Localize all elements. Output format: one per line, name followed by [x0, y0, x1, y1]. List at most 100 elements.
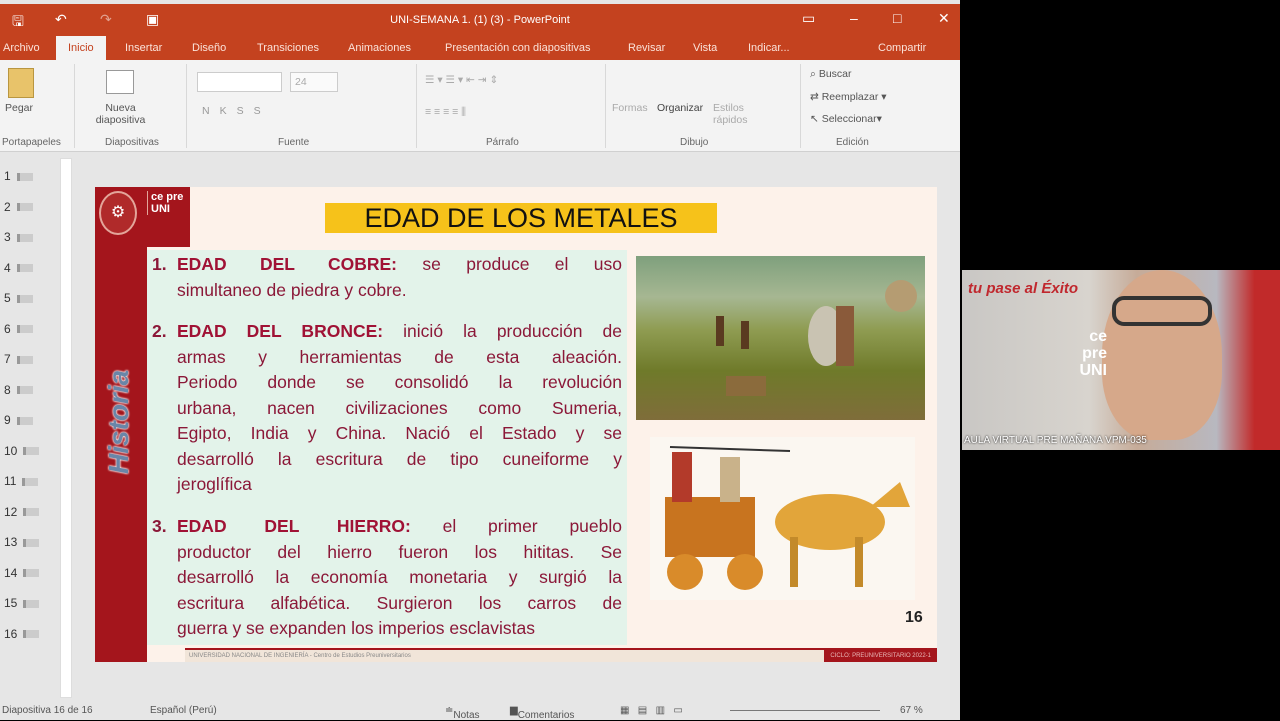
thumbnail-number: 7 [4, 352, 11, 366]
page-number: 16 [905, 609, 923, 626]
content-textbox[interactable]: 1. EDAD DEL COBRE: se produce el uso simul… [147, 250, 627, 645]
thumbnail-preview [16, 203, 33, 212]
slide-thumbnail[interactable]: 14 [4, 566, 40, 580]
shapes-button[interactable]: Formas [612, 102, 648, 114]
new-slide-button[interactable]: Nueva diapositiva [88, 102, 153, 126]
tab-inicio[interactable]: Inicio [56, 36, 106, 60]
tab-presentacion[interactable]: Presentación con diapositivas [445, 42, 591, 54]
ribbon-options-icon[interactable]: ▭ [802, 10, 815, 27]
tab-insertar[interactable]: Insertar [125, 42, 162, 54]
thumbnail-number: 8 [4, 382, 11, 397]
language-indicator[interactable]: Español (Perú) [150, 705, 217, 716]
group-label: Fuente [278, 137, 310, 148]
slide-thumbnail[interactable]: 4 [4, 261, 33, 275]
quick-styles-button[interactable]: Estilos rápidos [713, 102, 755, 126]
share-button[interactable]: Compartir [878, 42, 926, 54]
thumbnail-preview [16, 325, 33, 334]
slide-thumbnail[interactable]: 8 [4, 383, 33, 397]
notes-button[interactable]: ≐ Notas [445, 705, 480, 721]
slide-thumbnail[interactable]: 7 [4, 352, 33, 366]
close-icon[interactable]: ✕ [938, 10, 950, 27]
thumbnail-number: 12 [4, 504, 18, 519]
slide-thumbnail[interactable]: 5 [4, 291, 33, 305]
find-button[interactable]: ⌕ Buscar [810, 68, 852, 81]
thumbnail-preview [23, 447, 40, 456]
item-text: escritura alfabética. Surgieron los carr… [177, 592, 622, 613]
paragraph-controls[interactable]: ☰ ▾ ☰ ▾ ⇤ ⇥ ⇕ [425, 74, 498, 86]
arrange-button[interactable]: Organizar [657, 102, 703, 114]
font-family-select[interactable] [197, 72, 282, 92]
tab-diseno[interactable]: Diseño [192, 42, 226, 54]
webcam-label: AULA VIRTUAL PRE MAÑANA VPM-035 [964, 435, 1147, 446]
select-button[interactable]: ↖ Seleccionar▾ [810, 113, 882, 125]
tell-me-search[interactable]: Indicar... [748, 42, 790, 54]
alignment-controls[interactable]: ≡ ≡ ≡ ≡ ⫼ [425, 106, 466, 119]
item-text: jeroglífica [177, 474, 252, 494]
paste-icon[interactable] [8, 68, 34, 98]
comments-button[interactable]: ▆ Comentarios [510, 705, 574, 721]
thumbnail-preview [23, 508, 40, 517]
zoom-slider[interactable] [730, 710, 880, 711]
format-buttons[interactable]: NKSS [202, 105, 271, 117]
thumbnail-number: 10 [4, 443, 18, 458]
view-buttons[interactable]: ▦ ▤ ▥ ▭ [620, 705, 683, 716]
minimize-icon[interactable]: – [850, 10, 858, 26]
thumbnail-number: 5 [4, 291, 11, 305]
tab-archivo[interactable]: Archivo [3, 42, 40, 54]
item-text: desarrolló la escritura de tipo cuneifor… [177, 448, 622, 469]
text-line: EDAD DEL BRONCE: inició la producción de [152, 319, 622, 345]
group-label: Portapapeles [2, 137, 61, 148]
text-line: desarrolló la economía monetaria y surgi… [152, 565, 622, 591]
thumbnail-number: 2 [4, 199, 11, 214]
font-size-select[interactable]: 24 [290, 72, 338, 92]
thumbnail-preview [16, 172, 33, 181]
slide-thumbnail[interactable]: 12 [4, 504, 40, 519]
thumbnail-number: 1 [4, 169, 11, 183]
slide-thumbnail[interactable]: 3 [4, 230, 33, 244]
text-line: urbana, nacen civilizaciones como Sumeri… [152, 396, 622, 422]
slide-thumbnail[interactable]: 9 [4, 413, 33, 427]
list-item: 1. EDAD DEL COBRE: se produce el uso simul… [152, 252, 622, 303]
thumbnail-preview [16, 264, 33, 273]
new-slide-icon[interactable] [106, 70, 134, 94]
item-number: 3. [152, 516, 167, 536]
slide-canvas: ⚙ ce pre UNI Historia EDAD DE LOS METALE… [95, 187, 937, 662]
thumbnail-scrollbar[interactable] [60, 158, 72, 698]
maximize-icon[interactable]: □ [893, 10, 901, 26]
slide-thumbnail[interactable]: 16 [4, 627, 40, 641]
thumbnail-preview [23, 630, 40, 639]
bronze-age-illustration [636, 256, 925, 420]
tab-transiciones[interactable]: Transiciones [257, 42, 319, 54]
slide-thumbnail[interactable]: 11 [4, 474, 39, 488]
slide-thumbnail[interactable]: 6 [4, 322, 33, 336]
tab-animaciones[interactable]: Animaciones [348, 42, 411, 54]
text-line: Periodo donde se consolidó la revolución [152, 370, 622, 396]
webcam-brand: ce pre UNI [1079, 328, 1107, 379]
item-heading: EDAD DEL COBRE: [177, 254, 398, 274]
item-text: guerra y se expanden los imperios esclav… [177, 618, 535, 638]
tab-vista[interactable]: Vista [693, 42, 717, 54]
ribbon: Pegar Nueva diapositiva 24 NKSS ☰ ▾ ☰ ▾ … [0, 60, 960, 152]
group-label: Párrafo [486, 137, 519, 148]
slide-title: EDAD DE LOS METALES [325, 203, 717, 233]
thumbnail-number: 11 [4, 474, 17, 488]
thumbnail-preview [16, 416, 33, 425]
slide-thumbnail[interactable]: 1 [4, 169, 33, 183]
paste-button[interactable]: Pegar [5, 102, 33, 114]
slide-thumbnail[interactable]: 13 [4, 535, 40, 549]
text-line: EDAD DEL HIERRO: el primer pueblo [152, 514, 622, 540]
slide-thumbnail[interactable]: 15 [4, 596, 40, 610]
thumbnail-number: 3 [4, 230, 11, 244]
item-text: inició la producción de [383, 321, 622, 341]
zoom-level[interactable]: 67 % [900, 705, 923, 716]
slide-thumbnail[interactable]: 2 [4, 200, 33, 214]
slide-counter: Diapositiva 16 de 16 [2, 705, 93, 716]
powerpoint-window: 🖫 ↶ ↷ ▣ UNI-SEMANA 1. (1) (3) - PowerPoi… [0, 0, 960, 721]
text-line: guerra y se expanden los imperios esclav… [152, 616, 622, 642]
tab-revisar[interactable]: Revisar [628, 42, 665, 54]
replace-button[interactable]: ⇄ Reemplazar ▾ [810, 91, 887, 103]
uni-seal-logo: ⚙ [99, 191, 137, 235]
webcam-feed: tu pase al Éxito ce pre UNI AULA VIRTUAL… [962, 270, 1280, 450]
slide-thumbnail[interactable]: 10 [4, 443, 40, 458]
cepre-uni-logo: ce pre UNI [147, 191, 187, 215]
